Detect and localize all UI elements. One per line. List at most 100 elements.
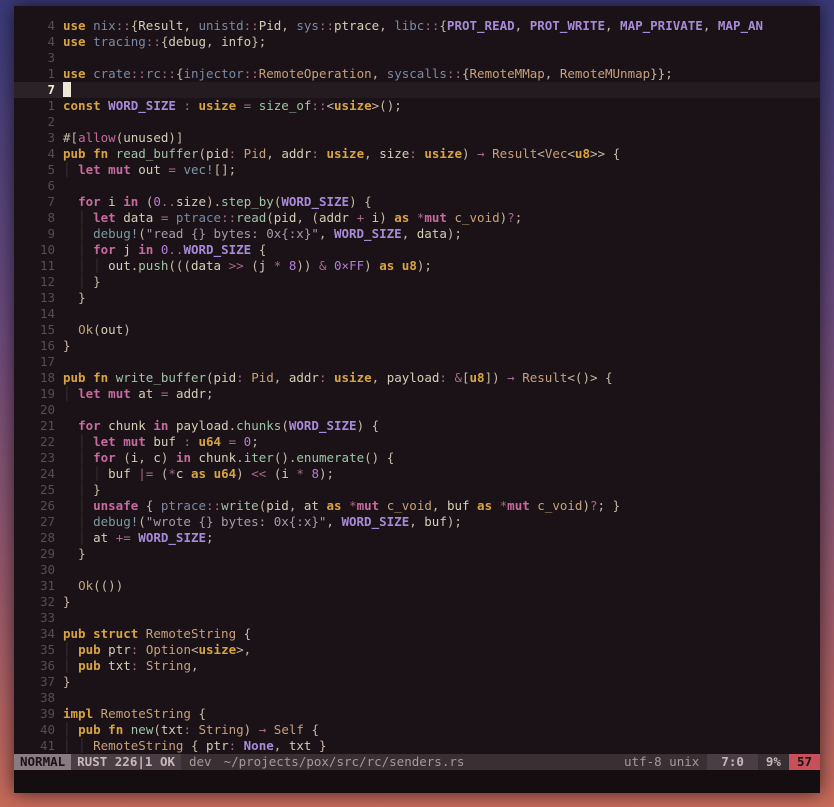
line-number: 20 bbox=[39, 402, 55, 417]
line-text: │ } bbox=[63, 482, 820, 498]
code-token: } bbox=[78, 546, 86, 561]
command-line[interactable] bbox=[14, 770, 820, 793]
code-line[interactable]: 40 │ pub fn new(txt: String) → Self { bbox=[14, 722, 820, 738]
line-text: } bbox=[63, 594, 820, 610]
line-number: 38 bbox=[39, 690, 55, 705]
code-line[interactable]: 35 │ pub ptr: Option<usize>, bbox=[14, 642, 820, 658]
code-line[interactable]: 25 │ } bbox=[14, 482, 820, 498]
code-line[interactable]: 39 impl RemoteString { bbox=[14, 706, 820, 722]
code-line[interactable]: 38 bbox=[14, 690, 820, 706]
code-token: iter bbox=[243, 450, 274, 465]
code-line[interactable]: 6 bbox=[14, 178, 820, 194]
code-token: ( bbox=[251, 258, 259, 273]
code-token: pid bbox=[273, 210, 297, 225]
code-token: : bbox=[439, 370, 447, 385]
code-line[interactable]: 1 use crate::rc::{injector::RemoteOperati… bbox=[14, 66, 820, 82]
line-text: } bbox=[63, 674, 820, 690]
code-line[interactable]: 5 │ let mut out = vec![]; bbox=[14, 162, 820, 178]
code-token: │ │ bbox=[63, 738, 94, 753]
code-token: debug bbox=[168, 34, 207, 49]
code-token: :: bbox=[311, 98, 327, 113]
code-line[interactable]: 1 const WORD_SIZE : usize = size_of::<usi… bbox=[14, 98, 820, 114]
code-line[interactable]: 7 for i in (0..size).step_by(WORD_SIZE) … bbox=[14, 194, 820, 210]
code-line[interactable]: 13 } bbox=[14, 290, 820, 306]
code-line[interactable]: 36 │ pub txt: String, bbox=[14, 658, 820, 674]
code-token: , bbox=[273, 738, 289, 753]
code-token: usize bbox=[334, 370, 372, 385]
code-token: u8 bbox=[574, 146, 590, 161]
code-line[interactable]: 31 Ok(()) bbox=[14, 578, 820, 594]
code-line[interactable]: 22 │ let mut buf : u64 = 0; bbox=[14, 434, 820, 450]
code-line[interactable]: 30 bbox=[14, 562, 820, 578]
code-line[interactable]: 24 │ │ buf |= (*c as u64) << (i * 8); bbox=[14, 466, 820, 482]
code-line[interactable]: 3 bbox=[14, 50, 820, 66]
code-line[interactable]: 8 │ let data = ptrace::read(pid, (addr +… bbox=[14, 210, 820, 226]
code-line[interactable]: 19 │ let mut at = addr; bbox=[14, 386, 820, 402]
code-token: RemoteMMap bbox=[469, 66, 545, 81]
code-line[interactable]: 32} bbox=[14, 594, 820, 610]
code-line[interactable]: 7 bbox=[14, 82, 820, 98]
code-editor[interactable]: 4 use nix::{Result, unistd::Pid, sys::ptr… bbox=[14, 18, 820, 754]
code-token: >> bbox=[228, 258, 244, 273]
line-number: 34 bbox=[39, 626, 55, 641]
code-line[interactable]: 28 │ at += WORD_SIZE; bbox=[14, 530, 820, 546]
code-token: txt bbox=[108, 658, 131, 673]
code-line[interactable]: 3 #[allow(unused)] bbox=[14, 130, 820, 146]
code-line[interactable]: 9 │ debug!("read {} bytes: 0x{:x}", WORD… bbox=[14, 226, 820, 242]
code-line[interactable]: 41 │ │ RemoteString { ptr: None, txt } bbox=[14, 738, 820, 754]
line-number: 6 bbox=[47, 178, 55, 193]
code-line[interactable]: 4 pub fn read_buffer(pid: Pid, addr: usiz… bbox=[14, 146, 820, 162]
code-line[interactable]: 23 │ for (i, c) in chunk.iter().enumerat… bbox=[14, 450, 820, 466]
code-line[interactable]: 14 bbox=[14, 306, 820, 322]
code-token: Pid bbox=[251, 370, 274, 385]
code-line[interactable]: 20 bbox=[14, 402, 820, 418]
code-line[interactable]: 26 │ unsafe { ptrace::write(pid, at as *… bbox=[14, 498, 820, 514]
line-number: 14 bbox=[39, 306, 55, 321]
line-text: pub struct RemoteString { bbox=[63, 626, 820, 642]
code-line[interactable]: 15 Ok(out) bbox=[14, 322, 820, 338]
line-text bbox=[63, 114, 820, 130]
code-token: WORD_SIZE bbox=[333, 226, 402, 241]
code-line[interactable]: 18 pub fn write_buffer(pid: Pid, addr: us… bbox=[14, 370, 820, 386]
code-line[interactable]: 27 │ debug!("wrote {} bytes: 0x{:x}", WO… bbox=[14, 514, 820, 530]
code-line[interactable]: 2 bbox=[14, 114, 820, 130]
code-line[interactable]: 11 │ │ out.push(((data >> (j * 8)) & 0×F… bbox=[14, 258, 820, 274]
line-text bbox=[63, 82, 820, 98]
code-token: }; bbox=[251, 34, 267, 49]
code-token: , bbox=[273, 370, 289, 385]
code-line[interactable]: 4 use nix::{Result, unistd::Pid, sys::ptr… bbox=[14, 18, 820, 34]
code-token: , bbox=[281, 18, 297, 33]
code-line[interactable]: 4 use tracing::{debug, info}; bbox=[14, 34, 820, 50]
code-token: += bbox=[115, 530, 131, 545]
code-token: ( bbox=[153, 722, 161, 737]
line-text: use tracing::{debug, info}; bbox=[63, 34, 820, 50]
code-line[interactable]: 29 } bbox=[14, 546, 820, 562]
code-token: , bbox=[183, 18, 199, 33]
code-line[interactable]: 37} bbox=[14, 674, 820, 690]
code-token: payload bbox=[386, 370, 440, 385]
code-line[interactable]: 17 bbox=[14, 354, 820, 370]
code-token: │ bbox=[63, 530, 94, 545]
code-token: payload bbox=[175, 418, 229, 433]
code-line[interactable]: 10 │ for j in 0..WORD_SIZE { bbox=[14, 242, 820, 258]
code-line[interactable]: 21 for chunk in payload.chunks(WORD_SIZE… bbox=[14, 418, 820, 434]
code-token: buf bbox=[153, 434, 176, 449]
code-token: data bbox=[416, 226, 447, 241]
code-line[interactable]: 33 bbox=[14, 610, 820, 626]
code-line[interactable]: 12 │ } bbox=[14, 274, 820, 290]
line-text: │ │ out.push(((data >> (j * 8)) & 0×FF) … bbox=[63, 258, 820, 274]
code-token: MAP_AN bbox=[717, 18, 764, 33]
code-token: let bbox=[78, 162, 101, 177]
code-line[interactable]: 34 pub struct RemoteString { bbox=[14, 626, 820, 642]
code-line[interactable]: 16} bbox=[14, 338, 820, 354]
code-token: : bbox=[311, 146, 319, 161]
code-token: out bbox=[100, 322, 124, 337]
